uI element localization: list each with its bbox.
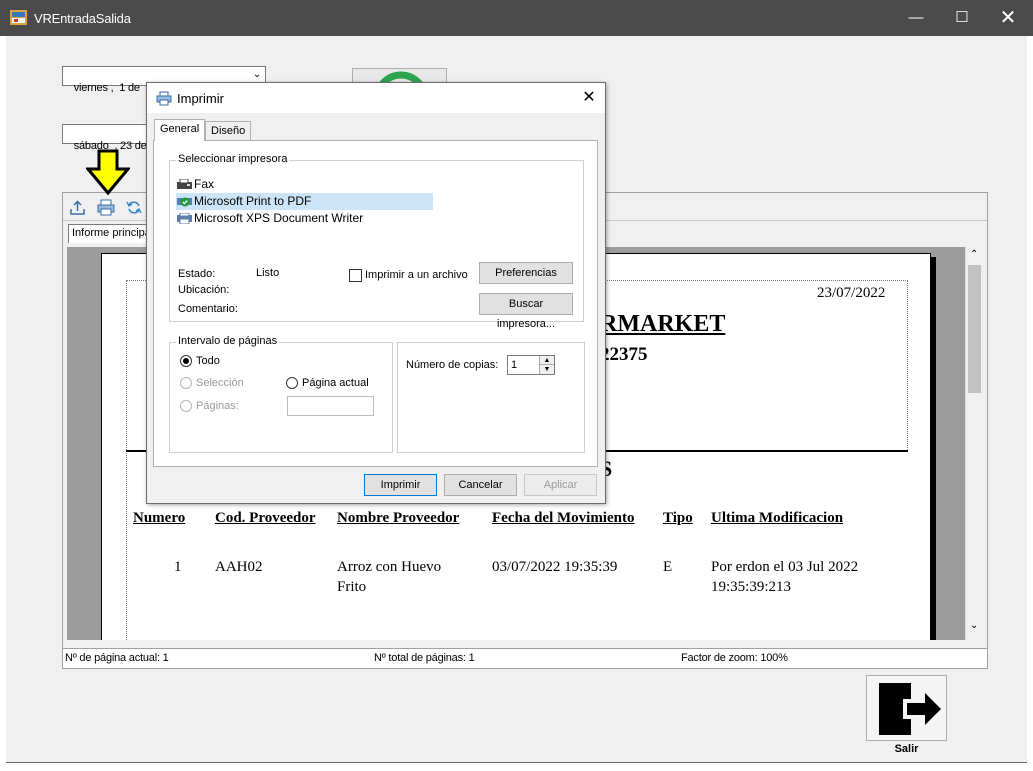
range-all-label: Todo	[196, 355, 220, 367]
viewer-status-bar: Nº de página actual: 1 Nº total de págin…	[63, 648, 987, 668]
print-icon[interactable]	[97, 199, 115, 216]
exit-button[interactable]	[866, 675, 947, 741]
column-header-tipo: Tipo	[663, 510, 693, 526]
window-title-bar: VREntradaSalida — ☐ ✕	[0, 0, 1033, 36]
scroll-down-icon[interactable]: ⌄	[970, 620, 978, 631]
exit-door-icon	[879, 683, 941, 735]
export-icon[interactable]	[69, 199, 87, 216]
find-printer-button[interactable]: Buscar impresora...	[479, 293, 573, 330]
location-label: Ubicación:	[178, 284, 230, 296]
cancel-button[interactable]: Cancelar	[444, 474, 517, 496]
printer-label: Microsoft Print to PDF	[194, 194, 312, 208]
report-date: 23/07/2022	[817, 285, 886, 301]
column-header-ultima-modificacion: Ultima Modificacion	[711, 510, 844, 526]
pages-input[interactable]	[287, 396, 374, 416]
column-header-fecha: Fecha del Movimiento	[492, 510, 635, 526]
preferences-button[interactable]: Preferencias	[479, 262, 573, 284]
general-tab-panel: Seleccionar impresora Fax Microsoft Prin…	[153, 140, 598, 467]
apply-button[interactable]: Aplicar	[524, 474, 597, 496]
range-all-radio[interactable]	[180, 355, 192, 367]
dialog-close-button[interactable]: ✕	[577, 86, 601, 110]
dialog-title: Imprimir	[177, 91, 224, 106]
column-header-numero: Numero	[133, 510, 186, 526]
divider	[6, 762, 1027, 763]
range-pages-label: Páginas:	[196, 400, 239, 412]
cell-nombre-proveedor-line2: Frito	[337, 579, 367, 595]
vertical-scrollbar[interactable]: ⌃ ⌄	[965, 247, 983, 640]
app-icon	[10, 10, 27, 25]
printer-label: Microsoft XPS Document Writer	[194, 211, 364, 225]
printer-group: Seleccionar impresora Fax Microsoft Prin…	[169, 153, 584, 330]
maximize-button[interactable]: ☐	[939, 0, 985, 36]
range-selection-radio[interactable]	[180, 377, 192, 389]
status-label: Estado:	[178, 268, 216, 280]
print-to-file-label: Imprimir a un archivo	[365, 269, 468, 281]
cell-numero: 1	[174, 559, 182, 575]
divider	[907, 280, 908, 450]
refresh-icon[interactable]	[125, 199, 143, 216]
scrollbar-thumb[interactable]	[968, 265, 981, 393]
printer-item-fax[interactable]: Fax	[176, 176, 356, 193]
default-printer-icon	[177, 197, 192, 207]
cell-fecha: 03/07/2022 19:35:39	[492, 559, 618, 575]
report-title: RMARKET	[600, 311, 726, 337]
printer-item-microsoft-xps-document-writer[interactable]: Microsoft XPS Document Writer	[176, 210, 433, 227]
printer-group-label: Seleccionar impresora	[176, 153, 290, 165]
report-code: 22375	[600, 344, 648, 365]
dialog-title-bar: Imprimir ✕	[147, 83, 605, 113]
stepper-down-icon[interactable]: ▼	[539, 365, 554, 374]
printer-item-microsoft-print-to-pdf[interactable]: Microsoft Print to PDF	[176, 193, 433, 210]
total-pages-status: Nº total de páginas: 1	[374, 652, 475, 664]
window-title: VREntradaSalida	[34, 11, 131, 26]
range-current-radio[interactable]	[286, 377, 298, 389]
page-range-group-label: Intervalo de páginas	[176, 335, 280, 347]
copies-label: Número de copias:	[406, 359, 499, 371]
stepper-up-icon[interactable]: ▲	[539, 356, 554, 365]
cell-ultima-modificacion-line2: 19:35:39:213	[711, 579, 792, 595]
page-range-group: Intervalo de páginas Todo Selección Pági…	[169, 335, 393, 453]
range-selection-label: Selección	[196, 377, 244, 389]
range-pages-radio[interactable]	[180, 400, 192, 412]
fax-icon	[177, 179, 192, 189]
print-to-file-checkbox[interactable]	[349, 269, 362, 282]
print-button[interactable]: Imprimir	[364, 474, 437, 496]
column-header-nombre-proveedor: Nombre Proveedor	[337, 510, 460, 526]
cell-cod-proveedor: AAH02	[215, 559, 263, 575]
current-page-status: Nº de página actual: 1	[65, 652, 169, 664]
zoom-status: Factor de zoom: 100%	[681, 652, 788, 664]
printer-label: Fax	[194, 177, 215, 191]
status-value: Listo	[256, 267, 280, 279]
chevron-down-icon[interactable]: ⌄	[253, 69, 261, 80]
print-dialog: Imprimir ✕ General Diseño Seleccionar im…	[146, 82, 606, 504]
cell-tipo: E	[663, 559, 673, 575]
tab-main-report[interactable]: Informe principal	[68, 224, 153, 243]
minimize-button[interactable]: —	[893, 0, 939, 36]
printer-icon	[177, 213, 192, 224]
column-header-cod-proveedor: Cod. Proveedor	[215, 510, 316, 526]
tab-general[interactable]: General	[154, 119, 206, 141]
divider	[126, 280, 127, 640]
exit-button-label: Salir	[894, 743, 919, 755]
copies-group: Número de copias: 1 ▲ ▼	[397, 342, 585, 453]
cell-ultima-modificacion: Por erdon el 03 Jul 2022	[711, 559, 859, 575]
scroll-up-icon[interactable]: ⌃	[970, 249, 978, 260]
cell-nombre-proveedor: Arroz con Huevo	[337, 559, 442, 575]
close-button[interactable]: ✕	[985, 0, 1031, 36]
yellow-arrow-down-icon	[86, 149, 130, 195]
tab-diseno[interactable]: Diseño	[205, 121, 252, 141]
comment-label: Comentario:	[178, 303, 238, 315]
range-current-label: Página actual	[302, 377, 369, 389]
printer-icon	[156, 91, 172, 106]
copies-value: 1	[511, 359, 518, 371]
copies-stepper[interactable]: 1 ▲ ▼	[507, 355, 555, 375]
